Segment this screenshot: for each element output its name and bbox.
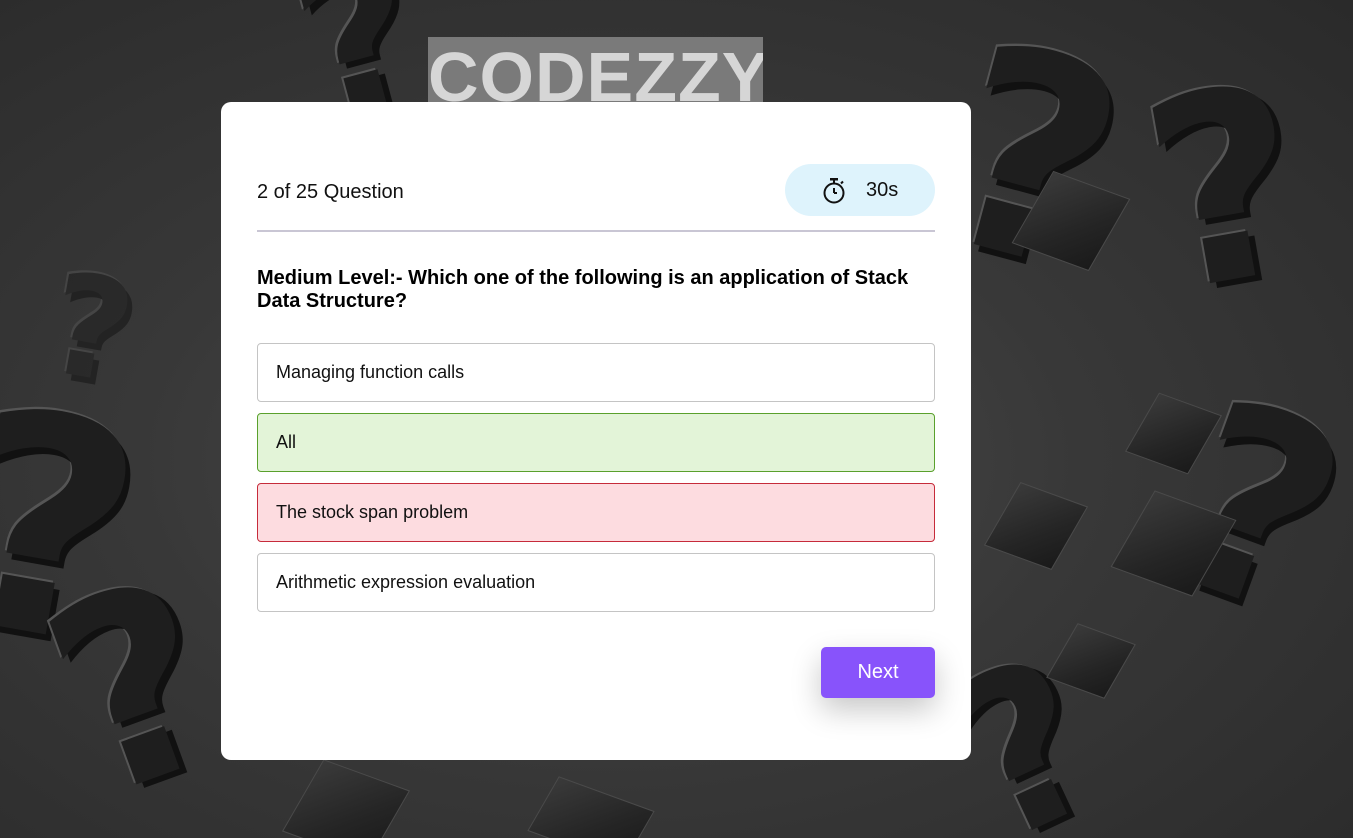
- options-list: Managing function calls All The stock sp…: [257, 343, 935, 623]
- option-managing-function-calls[interactable]: Managing function calls: [257, 343, 935, 402]
- cube-decoration: [983, 482, 1089, 570]
- timer-value: 30s: [866, 179, 899, 201]
- cube-decoration: [527, 776, 655, 838]
- option-arithmetic-expression-evaluation[interactable]: Arithmetic expression evaluation: [257, 553, 935, 612]
- option-all[interactable]: All: [257, 413, 935, 472]
- question-mark-decoration: ?: [12, 522, 258, 838]
- brand-logo: CODEZZY: [428, 37, 763, 105]
- question-text: Medium Level:- Which one of the followin…: [257, 267, 909, 312]
- quiz-header: 2 of 25 Question 30s: [257, 164, 935, 232]
- quiz-card: 2 of 25 Question 30s Medium Level:- Whic…: [221, 102, 971, 760]
- cube-decoration: [281, 759, 411, 838]
- question-counter: 2 of 25 Question: [257, 181, 404, 203]
- next-button[interactable]: Next: [821, 647, 935, 698]
- timer-badge: 30s: [785, 164, 935, 216]
- question-mark-decoration: ?: [1124, 28, 1326, 352]
- option-stock-span-problem[interactable]: The stock span problem: [257, 483, 935, 542]
- stopwatch-icon: [823, 178, 845, 204]
